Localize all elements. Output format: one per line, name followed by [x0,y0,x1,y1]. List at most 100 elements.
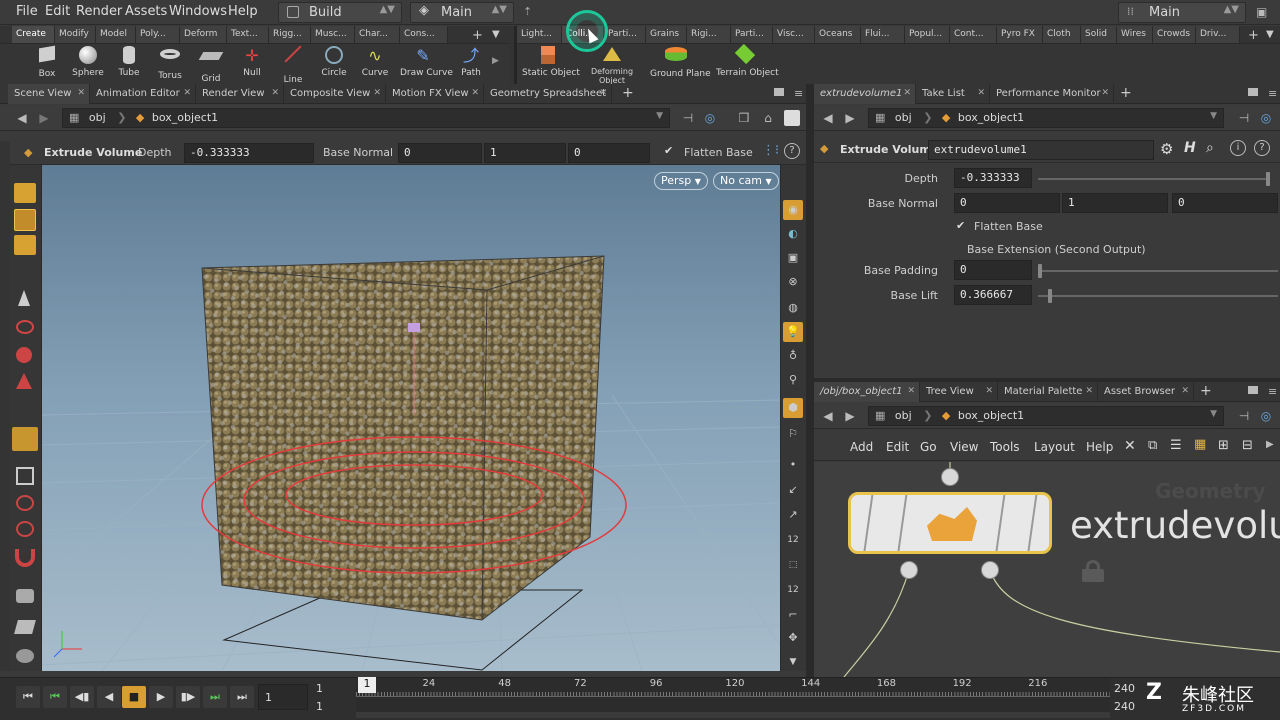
network-menu-go[interactable]: Go [920,440,937,454]
shelf-right-menu-icon[interactable]: ▼ [1266,29,1274,40]
node-output-connector-2[interactable] [981,561,999,579]
scene-viewport[interactable]: Persp ▼ No cam ▼ [42,165,780,671]
pin-icon[interactable]: ⊣ [680,110,696,126]
shelf-tab-right-8[interactable]: Flui... [861,26,905,43]
shelf-menu-icon[interactable]: ▼ [492,29,500,40]
close-tab-icon[interactable]: ✕ [1085,386,1093,396]
base-normal-z-field[interactable]: 0 [568,143,650,163]
shelf-tab-right-16[interactable]: Driv... [1196,26,1240,43]
magnet-icon[interactable] [15,549,35,567]
node-name-field[interactable]: extrudevolume1 [928,140,1154,160]
menu-render[interactable]: Render [76,4,122,19]
prev-keyframe-button[interactable]: ◀▮ [70,686,94,708]
base-normal-z-field[interactable]: 0 [1172,193,1278,213]
houdini-help-icon[interactable]: H [1184,140,1196,156]
network-menu-help[interactable]: Help [1086,440,1113,454]
snapshot-icon[interactable]: ⌂ [760,110,776,126]
bounds-icon[interactable]: ⌐ [783,605,803,625]
play-button[interactable]: ▶ [149,686,173,708]
menu-help[interactable]: Help [228,4,258,19]
cube-view-icon[interactable]: ❒ [736,110,752,126]
normals-icon[interactable]: ↙ [783,480,803,500]
tool-terrain-object[interactable]: Terrain Object [716,43,779,82]
menu-windows[interactable]: Windows [169,4,227,19]
play-reverse-button[interactable]: ◀ [97,686,121,708]
pane-menu-icon[interactable]: ≡ [794,87,803,100]
pane-maximize-icon[interactable] [774,88,784,96]
flatten-checkbox[interactable]: ✔ [664,144,673,157]
viewer-box-icon[interactable] [784,110,800,126]
shelf-tab-right-9[interactable]: Popul... [905,26,950,43]
jump-to-end-keyframe-button[interactable]: ⏭ [203,686,227,708]
close-tab-icon[interactable]: ✕ [1101,88,1109,98]
param-path-field[interactable]: ▦ obj ❯ ◆ box_object1 ▼ [868,108,1224,128]
list-icon[interactable]: ☰ [1170,438,1182,453]
viewer-tab-1[interactable]: Animation Editor ✕ [90,84,196,104]
display-options-icon[interactable]: ◉ [783,200,803,220]
scale-icon[interactable] [16,373,32,389]
network-tab-0[interactable]: /obj/box_object1 ✕ [814,382,920,402]
back-arrow-icon[interactable]: ◀ [820,408,836,424]
next-keyframe-button[interactable]: ▮▶ [176,686,200,708]
shelf-tab-right-6[interactable]: Visc... [773,26,815,43]
vertex-numbers-icon[interactable]: 12 [783,580,803,600]
forward-arrow-icon[interactable]: ▶ [36,110,52,126]
network-path-field[interactable]: ▦ obj ❯ ◆ box_object1 ▼ [868,406,1224,426]
tool-box[interactable]: Box [24,44,70,82]
forward-arrow-icon[interactable]: ▶ [842,110,858,126]
timeline-track[interactable]: 1 24 48 72 96 120 144 168 192 216 [356,677,1110,718]
param-tab-2[interactable]: Performance Monitor ✕ [990,84,1114,104]
shelf-tab-right-12[interactable]: Cloth [1043,26,1081,43]
network-menu-edit[interactable]: Edit [886,440,909,454]
prim-normals-icon[interactable]: ↗ [783,505,803,525]
move-icon[interactable] [16,320,34,334]
menu-assets[interactable]: Assets [125,4,167,19]
shelf-tab-right-4[interactable]: Rigi... [687,26,731,43]
guides-icon[interactable]: ✥ [783,628,803,648]
shelf-tab-right-14[interactable]: Wires [1117,26,1153,43]
shelf-collapse-icon[interactable]: ⇡ [523,5,532,18]
network-tab-3[interactable]: Asset Browser ✕ [1098,382,1194,402]
tree-icon[interactable]: ⧉ [1148,438,1157,453]
tool-tube[interactable]: Tube [106,44,152,82]
rotate-icon[interactable] [16,347,32,363]
select-points-icon[interactable] [14,183,36,203]
back-arrow-icon[interactable]: ◀ [820,110,836,126]
param-tab-0[interactable]: extrudevolume1 ✕ [814,84,916,104]
base-lift-slider-knob[interactable] [1047,289,1052,303]
shelf-tab-3[interactable]: Poly... [136,26,180,43]
shelf-tab-9[interactable]: Cons... [400,26,448,43]
gear-icon[interactable]: ⚙ [1160,140,1173,158]
headlight-icon[interactable]: ♁ [783,346,803,366]
param-tab-1[interactable]: Take List ✕ [916,84,990,104]
link-icon[interactable]: ◎ [1258,408,1274,424]
close-tab-icon[interactable]: ✕ [977,88,985,98]
pin-icon[interactable]: ⊣ [1236,408,1252,424]
network-menu-layout[interactable]: Layout [1034,440,1075,454]
more-icon[interactable]: ▼ [783,652,803,672]
viewer-tab-4[interactable]: Motion FX View ✕ [386,84,484,104]
bulb-icon[interactable]: ⚲ [783,370,803,390]
base-padding-slider[interactable] [1038,264,1278,278]
shelf-tab-right-5[interactable]: Parti... [731,26,773,43]
network-tab-2[interactable]: Material Palette ✕ [998,382,1098,402]
current-frame-marker[interactable]: 1 [358,677,376,693]
add-shelf-tab-icon[interactable]: + [472,28,483,43]
base-normal-x-field[interactable]: 0 [954,193,1060,213]
base-lift-field[interactable]: 0.366667 [954,285,1032,305]
desktop-dropdown[interactable]: Build ▲▼ [278,2,402,23]
extrude-handle[interactable] [408,323,420,332]
handle-tool-icon[interactable] [12,427,38,451]
pane-maximize-icon[interactable] [1248,88,1258,96]
select-prims-icon[interactable] [14,235,36,255]
snap-icon[interactable] [16,495,34,511]
tool-line[interactable]: Line [270,44,316,85]
pane-menu-icon[interactable]: ≡ [1268,87,1277,100]
tools-icon[interactable]: ✕ [1124,438,1136,454]
layout-icon[interactable]: ⊟ [1242,438,1253,453]
info-icon[interactable]: i [1230,140,1246,156]
base-normal-x-field[interactable]: 0 [398,143,482,163]
close-tab-icon[interactable]: ✕ [1181,386,1189,396]
paint-icon[interactable] [14,620,36,634]
tool-ground-plane[interactable]: Ground Plane [650,44,711,82]
